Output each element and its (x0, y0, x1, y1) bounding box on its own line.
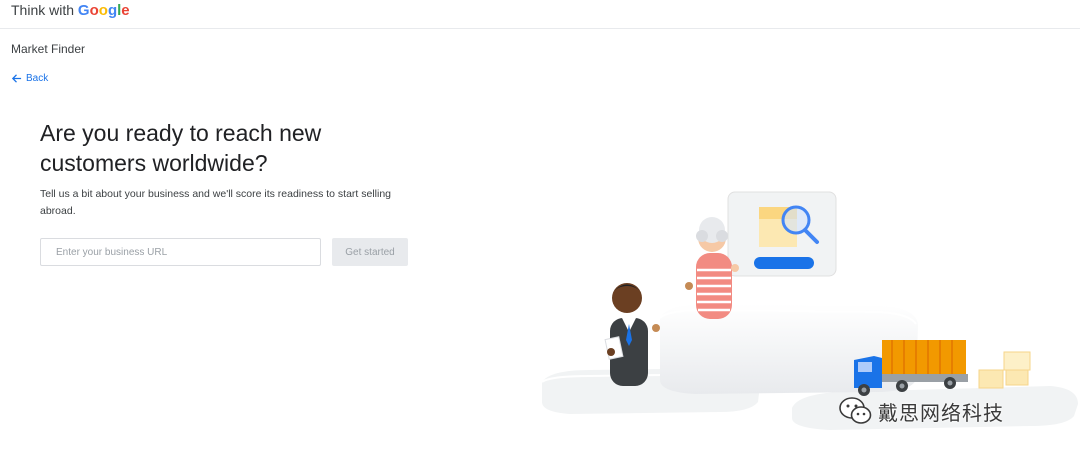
get-started-button[interactable]: Get started (332, 238, 408, 266)
search-billboard (727, 191, 837, 277)
page-headline: Are you ready to reach new customers wor… (40, 120, 322, 176)
google-wordmark: Google (77, 2, 130, 19)
arrow-left-icon (11, 74, 22, 83)
watermark-text: 戴思网络科技 (878, 400, 1004, 425)
product-title: Market Finder (11, 42, 86, 56)
page-description: Tell us a bit about your business and we… (40, 188, 392, 217)
shipping-boxes (978, 351, 1031, 389)
brand-prefix: Think with (11, 2, 75, 18)
wechat-icon (839, 397, 872, 424)
wechat-watermark: 戴思网络科技 (838, 396, 1004, 426)
top-bar: Think with Google (0, 0, 1080, 29)
back-label: Back (26, 73, 49, 84)
business-url-input[interactable] (40, 238, 321, 266)
think-with-google-logo[interactable]: Think with Google (11, 2, 130, 19)
back-link[interactable]: Back (11, 73, 48, 84)
